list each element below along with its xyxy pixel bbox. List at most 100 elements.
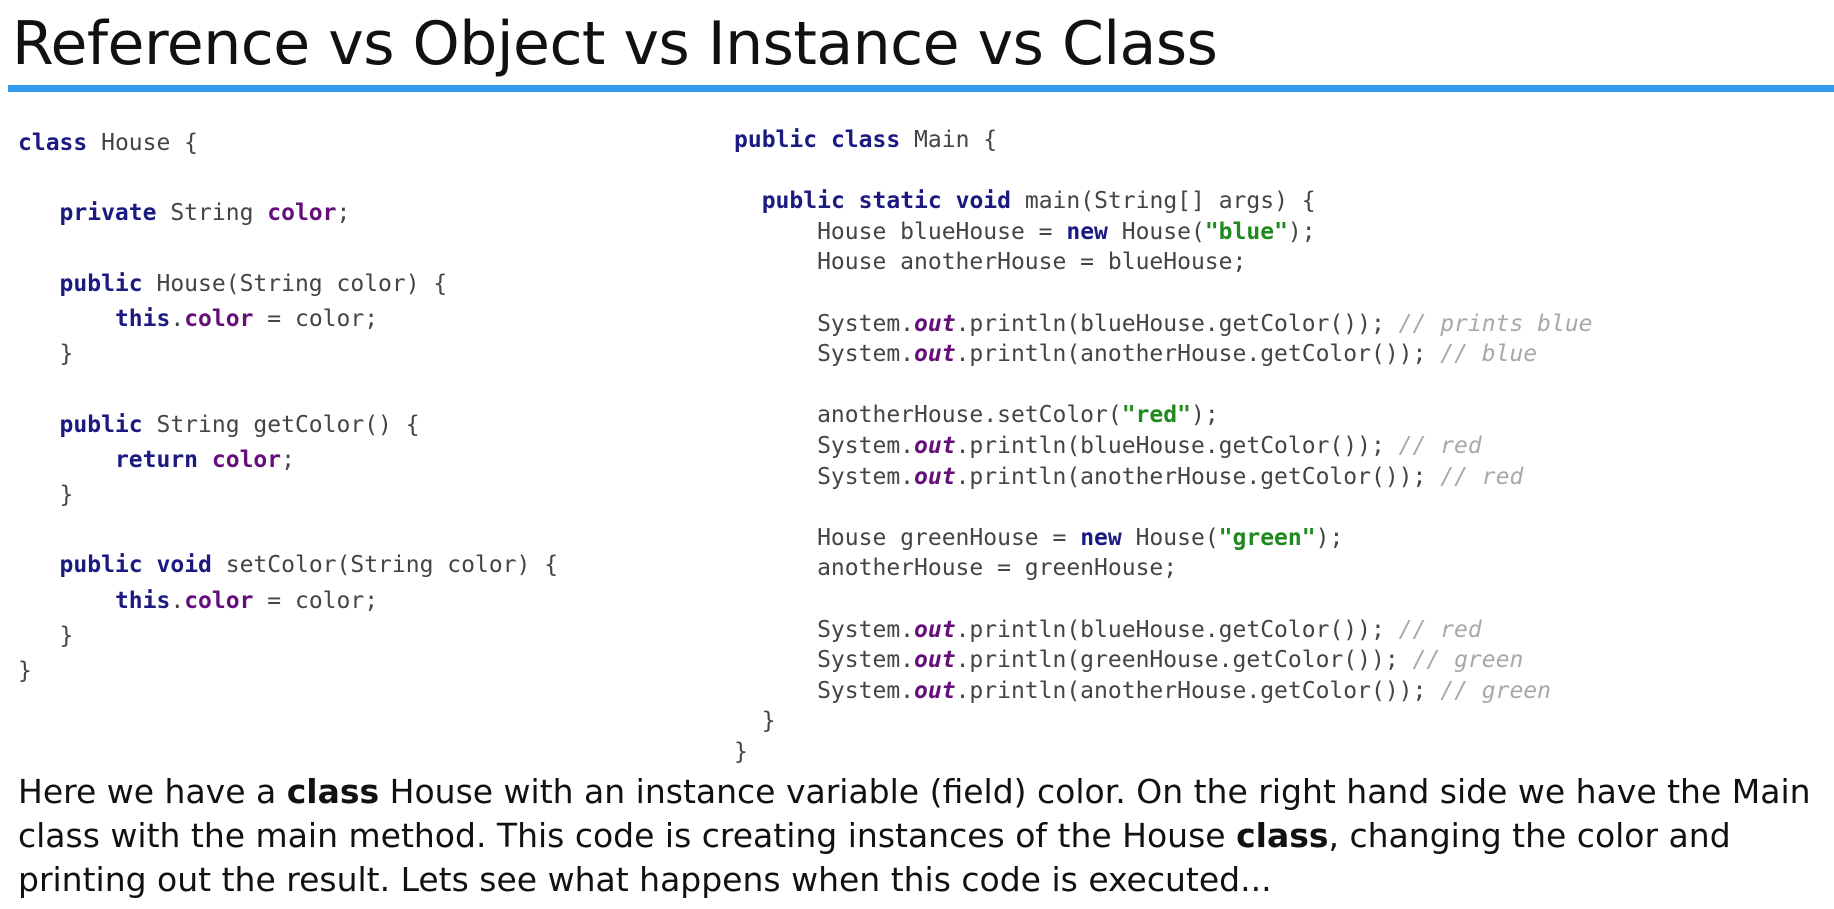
- code-keyword: private: [59, 200, 157, 227]
- code-text: House {: [87, 130, 199, 156]
- code-text: .println(blueHouse.getColor());: [955, 310, 1399, 337]
- code-text: .println(blueHouse.getColor());: [955, 433, 1399, 459]
- code-text: System.: [734, 463, 915, 490]
- code-static-field: out: [914, 463, 956, 490]
- code-comment: // prints blue: [1398, 310, 1593, 337]
- code-text: anotherHouse.setColor(: [734, 402, 1122, 429]
- code-text: .println(blueHouse.getColor());: [955, 616, 1399, 643]
- code-text: );: [1190, 402, 1219, 429]
- code-line: }: [18, 621, 74, 651]
- code-comment: // red: [1398, 616, 1482, 643]
- code-line: System.out.println(blueHouse.getColor())…: [734, 615, 1482, 645]
- code-field: color: [184, 587, 254, 614]
- code-text: = color;: [253, 587, 379, 614]
- code-text: House blueHouse =: [734, 218, 1067, 245]
- code-text: }: [18, 341, 74, 368]
- code-static-field: out: [914, 310, 956, 337]
- code-line: }: [18, 656, 32, 686]
- code-text: System.: [734, 310, 915, 337]
- code-text: System.: [734, 341, 915, 368]
- code-keyword: return: [114, 446, 199, 473]
- code-text: .println(anotherHouse.getColor());: [955, 341, 1441, 368]
- code-line: class House {: [18, 128, 198, 158]
- code-line: }: [734, 737, 748, 767]
- code-line: System.out.println(anotherHouse.getColor…: [734, 676, 1551, 706]
- code-comment: // blue: [1440, 341, 1538, 368]
- code-text: }: [18, 658, 32, 684]
- code-keyword: public: [59, 411, 143, 438]
- code-text: main(String[] args) {: [1011, 188, 1316, 215]
- code-keyword: public: [761, 188, 845, 215]
- code-text: String: [156, 200, 268, 227]
- code-line: System.out.println(blueHouse.getColor())…: [734, 431, 1482, 461]
- code-keyword: public: [734, 127, 818, 153]
- code-text: .: [170, 587, 185, 614]
- code-text: Main {: [900, 127, 998, 153]
- code-keyword: this: [114, 587, 171, 614]
- code-field: color: [184, 306, 254, 332]
- paragraph-text: Here we have a: [18, 772, 287, 811]
- code-text: System.: [734, 647, 915, 674]
- code-line: System.out.println(anotherHouse.getColor…: [734, 339, 1537, 369]
- code-keyword: void: [955, 188, 1011, 215]
- code-text: }: [18, 622, 74, 649]
- code-line: this.color = color;: [18, 586, 378, 616]
- code-text: = color;: [253, 306, 379, 332]
- page-title: Reference vs Object vs Instance vs Class: [12, 9, 1218, 79]
- code-static-field: out: [914, 677, 956, 704]
- code-text: ;: [336, 200, 351, 227]
- code-line: public House(String color) {: [18, 269, 448, 299]
- code-line: }: [734, 706, 776, 736]
- code-field: color: [211, 446, 282, 473]
- code-text: }: [734, 739, 748, 765]
- code-line: public String getColor() {: [18, 410, 420, 440]
- code-comment: // green: [1412, 647, 1524, 674]
- code-text: .println(anotherHouse.getColor());: [955, 677, 1441, 704]
- code-line: private String color;: [18, 198, 351, 228]
- code-comment: // red: [1440, 463, 1524, 490]
- code-static-field: out: [914, 341, 956, 368]
- code-line: }: [18, 480, 74, 510]
- code-line: return color;: [18, 445, 295, 475]
- code-text: .println(greenHouse.getColor());: [955, 647, 1413, 674]
- code-line: System.out.println(greenHouse.getColor()…: [734, 645, 1523, 675]
- code-text: System.: [734, 677, 915, 704]
- code-keyword: public: [59, 552, 143, 579]
- code-line: System.out.println(anotherHouse.getColor…: [734, 462, 1523, 492]
- code-line: anotherHouse.setColor("red");: [734, 400, 1219, 430]
- code-line: System.out.println(blueHouse.getColor())…: [734, 309, 1593, 339]
- code-text: }: [18, 482, 74, 508]
- code-line: public void setColor(String color) {: [18, 550, 559, 580]
- code-line: }: [18, 339, 74, 369]
- code-text: String getColor() {: [142, 411, 420, 438]
- code-line: anotherHouse = greenHouse;: [734, 553, 1177, 583]
- code-keyword: this: [114, 306, 171, 332]
- code-keyword: void: [156, 552, 212, 579]
- code-text: System.: [734, 616, 915, 643]
- code-string: "green": [1218, 524, 1316, 551]
- code-text: House(String color) {: [142, 270, 448, 297]
- code-text: anotherHouse = greenHouse;: [734, 555, 1178, 582]
- bold-term: class: [286, 772, 380, 811]
- code-static-field: out: [914, 647, 956, 674]
- code-line: this.color = color;: [18, 304, 378, 334]
- code-keyword: class: [830, 127, 901, 153]
- code-keyword: class: [18, 130, 88, 156]
- code-line: House blueHouse = new House("blue");: [734, 217, 1316, 247]
- code-keyword: new: [1080, 524, 1122, 551]
- bold-term: class: [1236, 816, 1329, 855]
- code-text: );: [1315, 524, 1344, 551]
- code-string: "red": [1121, 402, 1191, 429]
- code-line: public class Main {: [734, 125, 997, 155]
